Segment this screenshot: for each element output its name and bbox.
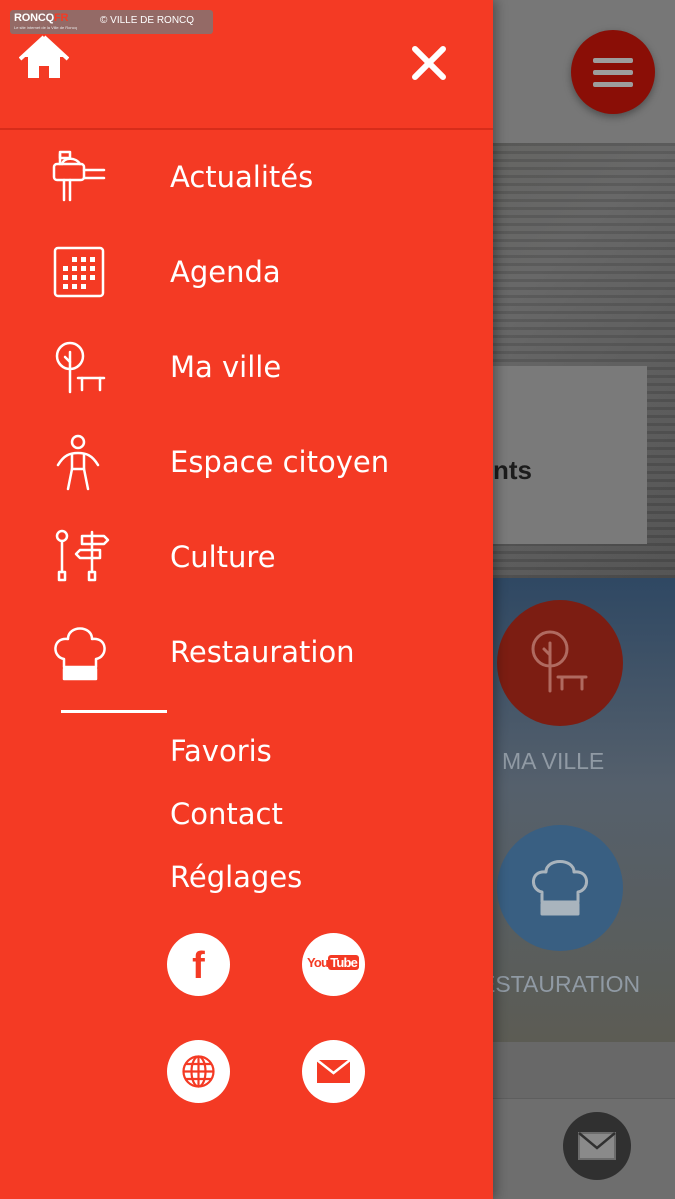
ma-ville-tile-label: MA VILLE: [502, 748, 605, 774]
mail-icon: [316, 1059, 351, 1083]
chef-hat-icon: [532, 860, 588, 916]
home-icon[interactable]: [19, 34, 69, 80]
ma-ville-tile[interactable]: [497, 600, 623, 726]
nav-item-agenda[interactable]: Agenda: [0, 231, 493, 311]
person-icon: [56, 434, 100, 491]
restauration-tile[interactable]: [497, 825, 623, 951]
nav-item-culture[interactable]: Culture: [0, 516, 493, 596]
facebook-icon: f: [192, 945, 205, 987]
brand-overlay: RONCQFR Le site internet de la Ville de …: [10, 10, 213, 34]
brand-tagline: Le site internet de la Ville de Roncq: [14, 25, 77, 30]
brand-logo: RONCQFR: [14, 12, 68, 24]
nav-item-actualites[interactable]: Actualités: [0, 136, 493, 216]
chef-hat-icon: [54, 627, 106, 681]
hamburger-icon-line: [593, 82, 633, 87]
brand-credit: © VILLE DE RONCQ: [100, 15, 195, 26]
hamburger-icon-line: [593, 58, 633, 63]
brand-logo-suffix: FR: [53, 12, 69, 24]
globe-icon: [182, 1055, 215, 1088]
nav-item-label: Espace citoyen: [170, 445, 390, 479]
brand-logo-main: RONCQ: [14, 12, 54, 24]
contact-link[interactable]: Contact: [170, 797, 283, 831]
youtube-you-text: You: [307, 955, 329, 970]
nav-item-label: Ma ville: [170, 350, 282, 384]
tree-bench-icon: [531, 630, 588, 693]
header-divider: [0, 128, 493, 130]
nav-item-espace-citoyen[interactable]: Espace citoyen: [0, 421, 493, 501]
nav-item-label: Restauration: [170, 635, 355, 669]
nav-item-restauration[interactable]: Restauration: [0, 611, 493, 691]
navigation-drawer: RONCQFR Le site internet de la Ville de …: [0, 0, 493, 1199]
section-divider: [61, 710, 167, 713]
mail-icon: [578, 1132, 616, 1160]
facebook-button[interactable]: f: [167, 933, 230, 996]
close-icon[interactable]: [411, 45, 447, 81]
mailbox-icon: [52, 150, 106, 202]
nav-item-label: Actualités: [170, 160, 314, 194]
calendar-icon: [53, 246, 105, 298]
restauration-tile-label: ESTAURATION: [480, 971, 641, 997]
youtube-tube-text: Tube: [328, 955, 360, 970]
hamburger-icon-line: [593, 70, 633, 75]
email-button[interactable]: [302, 1040, 365, 1103]
menu-button[interactable]: [571, 30, 655, 114]
website-button[interactable]: [167, 1040, 230, 1103]
nav-item-ma-ville[interactable]: Ma ville: [0, 326, 493, 406]
reglages-link[interactable]: Réglages: [170, 860, 302, 894]
tree-bench-icon: [55, 341, 106, 394]
youtube-button[interactable]: You Tube: [302, 933, 365, 996]
favoris-link[interactable]: Favoris: [170, 734, 272, 768]
signpost-icon: [55, 529, 110, 582]
nav-item-label: Culture: [170, 540, 276, 574]
youtube-icon: You Tube: [307, 955, 360, 970]
nav-item-label: Agenda: [170, 255, 281, 289]
mail-button[interactable]: [563, 1112, 631, 1180]
hero-card-text: nts: [493, 455, 532, 485]
